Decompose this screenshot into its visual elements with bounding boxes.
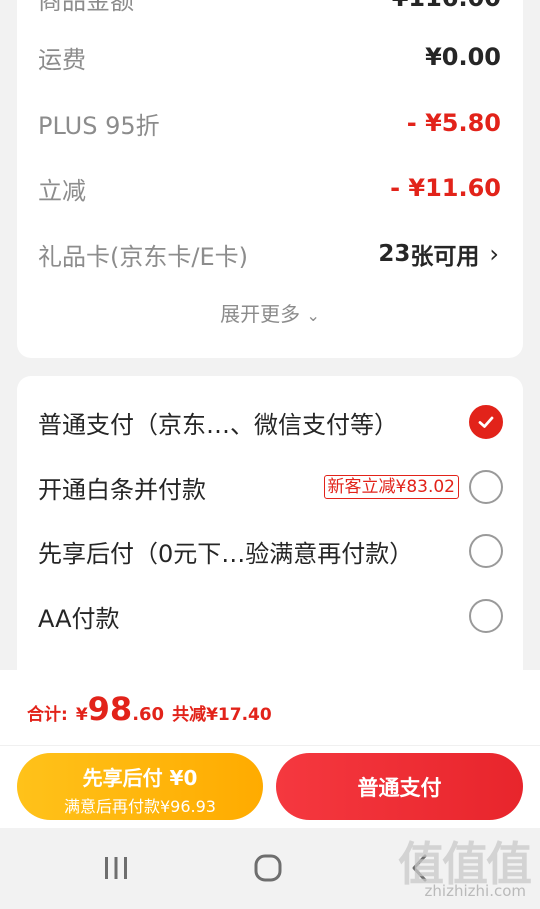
checkout-bar: 合计: ¥ 98 .60 共减¥17.40 先享后付 ¥0 满意后再付款¥96.…: [0, 670, 540, 828]
pay-later-subtitle: 满意后再付款¥96.93: [64, 797, 216, 816]
payment-option-label: 开通白条并付款: [38, 475, 206, 504]
radio-unchecked-icon[interactable]: [469, 599, 503, 633]
goods-amount-label: 商品金额: [38, 0, 134, 15]
recent-apps-icon[interactable]: [96, 850, 136, 886]
watermark-url: zhizhizhi.com: [424, 882, 526, 900]
gift-card-count: 23: [378, 241, 411, 267]
shipping-row: 运费 ¥0.00: [38, 37, 501, 77]
instant-discount-label: 立减: [38, 176, 86, 205]
home-icon[interactable]: [248, 850, 288, 886]
payment-option-pay-later[interactable]: 先享后付（0元下…验满意再付款）: [38, 528, 503, 574]
chevron-down-icon: ⌄: [306, 306, 320, 325]
new-user-discount-badge: 新客立减¥83.02: [323, 475, 459, 499]
total-decimal: .60: [132, 704, 165, 725]
payment-option-normal[interactable]: 普通支付（京东…、微信支付等）: [38, 399, 503, 445]
payment-option-label: 普通支付（京东…、微信支付等）: [38, 410, 398, 439]
goods-amount-row: 商品金额 ¥116.00: [38, 0, 501, 18]
payment-option-aa[interactable]: AA付款: [38, 593, 503, 639]
plus-discount-value: - ¥5.80: [406, 109, 501, 137]
radio-unchecked-icon[interactable]: [469, 470, 503, 504]
normal-pay-label: 普通支付: [357, 775, 442, 800]
order-total: 合计: ¥ 98 .60 共减¥17.40: [27, 690, 272, 732]
gift-card-row[interactable]: 礼品卡(京东卡/E卡) 23 张可用 ›: [38, 234, 499, 274]
radio-unchecked-icon[interactable]: [469, 534, 503, 568]
payment-option-baitiao[interactable]: 开通白条并付款 新客立减¥83.02: [38, 464, 503, 510]
plus-discount-row: PLUS 95折 - ¥5.80: [38, 103, 501, 143]
total-integer: 98: [87, 690, 133, 728]
gift-card-suffix: 张可用: [410, 244, 480, 270]
divider: [0, 745, 540, 746]
pay-later-title: 先享后付 ¥0: [82, 766, 198, 790]
payment-option-label: 先享后付（0元下…验满意再付款）: [38, 539, 414, 568]
goods-amount-value: ¥116.00: [392, 0, 501, 12]
gift-card-value: 23 张可用 ›: [378, 237, 499, 271]
chevron-right-icon: ›: [489, 240, 499, 268]
total-currency: ¥: [75, 705, 88, 725]
total-label: 合计:: [27, 705, 68, 725]
instant-discount-row: 立减 - ¥11.60: [38, 168, 501, 208]
pay-later-button[interactable]: 先享后付 ¥0 满意后再付款¥96.93: [17, 753, 263, 820]
instant-discount-value: - ¥11.60: [390, 174, 501, 202]
price-detail-card: 商品金额 ¥116.00 运费 ¥0.00 PLUS 95折 - ¥5.80 立…: [17, 0, 523, 358]
radio-checked-icon[interactable]: [469, 405, 503, 439]
payment-method-card: 普通支付（京东…、微信支付等） 开通白条并付款 新客立减¥83.02 先享后付（…: [17, 376, 523, 696]
normal-pay-button[interactable]: 普通支付: [276, 753, 523, 820]
expand-more-label: 展开更多: [220, 302, 301, 326]
payment-option-label: AA付款: [38, 604, 120, 633]
gift-card-label: 礼品卡(京东卡/E卡): [38, 242, 248, 271]
shipping-label: 运费: [38, 45, 86, 74]
shipping-value: ¥0.00: [425, 43, 501, 71]
total-savings: 共减¥17.40: [172, 705, 272, 725]
plus-discount-label: PLUS 95折: [38, 111, 160, 140]
system-nav-bar: 值值值 zhizhizhi.com: [0, 828, 540, 909]
expand-more-button[interactable]: 展开更多 ⌄: [17, 298, 523, 327]
